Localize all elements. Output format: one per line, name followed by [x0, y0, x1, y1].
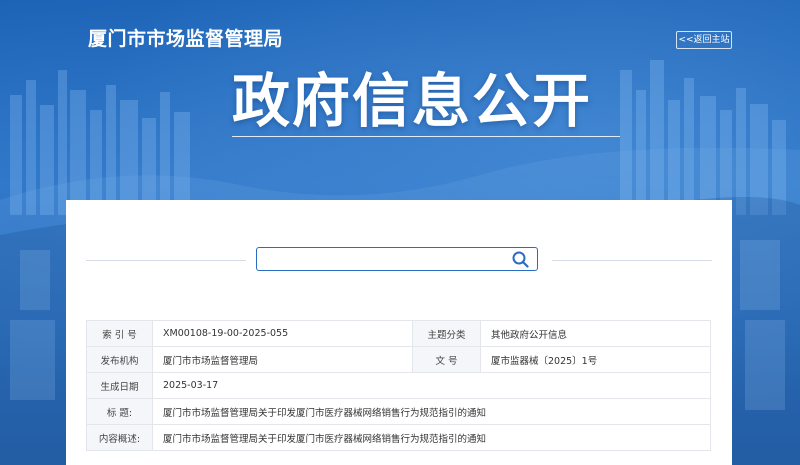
document-info-table: 索 引 号 XM00108-19-00-2025-055 主题分类 其他政府公开…	[86, 320, 711, 451]
search-icon	[512, 251, 529, 268]
table-row: 标 题: 厦门市市场监督管理局关于印发厦门市医疗器械网络销售行为规范指引的通知	[86, 398, 711, 425]
search-input[interactable]	[263, 250, 507, 270]
summary-label: 内容概述:	[86, 424, 153, 451]
title-underline	[232, 136, 620, 137]
table-row: 生成日期 2025-03-17	[86, 372, 711, 399]
publisher-value: 厦门市市场监督管理局	[152, 346, 413, 373]
category-value: 其他政府公开信息	[480, 320, 711, 347]
publisher-label: 发布机构	[86, 346, 153, 373]
summary-value: 厦门市市场监督管理局关于印发厦门市医疗器械网络销售行为规范指引的通知	[152, 424, 711, 451]
index-number-value: XM00108-19-00-2025-055	[152, 320, 413, 347]
page-title: 政府信息公开	[232, 67, 593, 135]
date-value: 2025-03-17	[152, 372, 711, 399]
title-value: 厦门市市场监督管理局关于印发厦门市医疗器械网络销售行为规范指引的通知	[152, 398, 711, 425]
content-panel: 索 引 号 XM00108-19-00-2025-055 主题分类 其他政府公开…	[66, 200, 732, 465]
document-number-value: 厦市监器械〔2025〕1号	[480, 346, 711, 373]
site-title: 厦门市市场监督管理局	[88, 28, 284, 50]
category-label: 主题分类	[412, 320, 481, 347]
search-divider-left	[86, 260, 246, 261]
table-row: 索 引 号 XM00108-19-00-2025-055 主题分类 其他政府公开…	[86, 320, 711, 347]
index-number-label: 索 引 号	[86, 320, 153, 347]
table-row: 内容概述: 厦门市市场监督管理局关于印发厦门市医疗器械网络销售行为规范指引的通知	[86, 424, 711, 451]
search-button[interactable]	[511, 250, 531, 268]
hero-banner: 厦门市市场监督管理局 <<返回主站 政府信息公开 索 引 号 XM00108-1…	[0, 0, 800, 465]
search-box	[256, 247, 538, 271]
table-row: 发布机构 厦门市市场监督管理局 文 号 厦市监器械〔2025〕1号	[86, 346, 711, 373]
title-label: 标 题:	[86, 398, 153, 425]
search-divider-right	[552, 260, 712, 261]
date-label: 生成日期	[86, 372, 153, 399]
document-number-label: 文 号	[412, 346, 481, 373]
back-to-main-site-link[interactable]: <<返回主站	[676, 31, 732, 49]
